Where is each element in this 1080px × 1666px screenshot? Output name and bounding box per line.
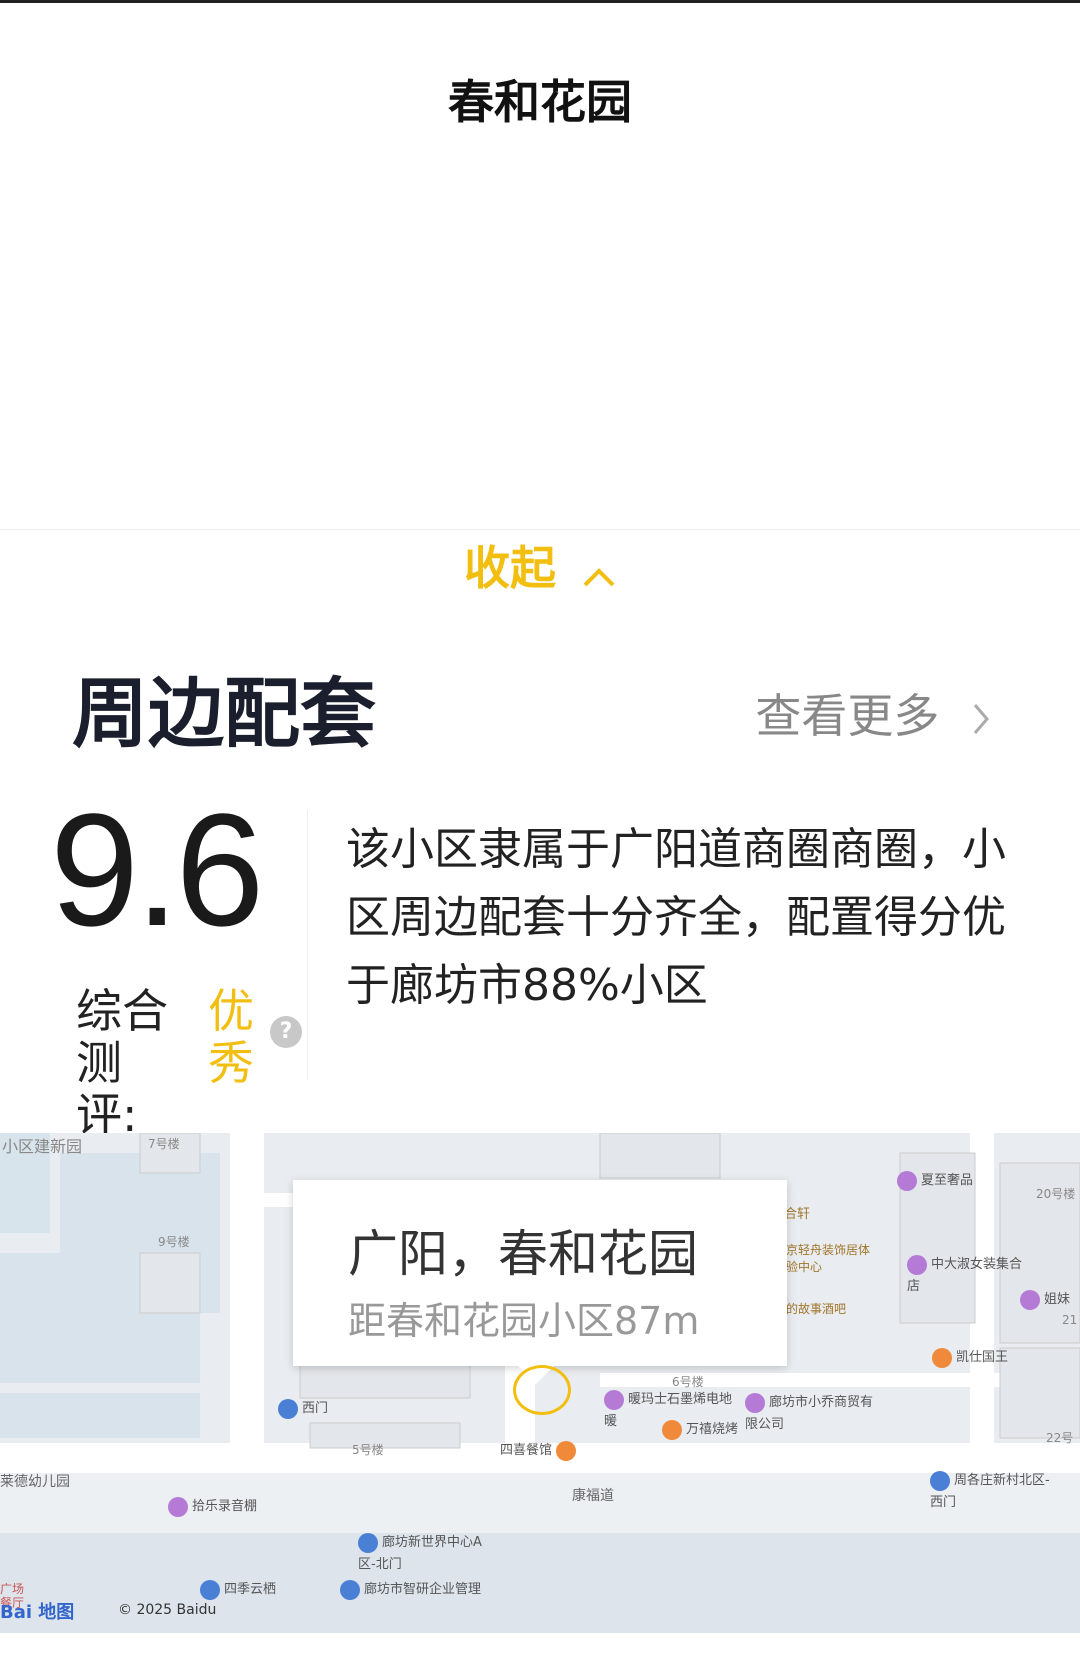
- store-icon: [907, 1254, 927, 1275]
- location-icon: [358, 1532, 378, 1553]
- location-icon: [278, 1398, 298, 1419]
- poi-marker[interactable]: 廊坊市小乔商贸有限公司: [745, 1391, 885, 1432]
- view-more-link[interactable]: 查看更多: [755, 680, 990, 747]
- poi-marker[interactable]: 四季云栖: [200, 1578, 276, 1600]
- poi-marker[interactable]: 四喜餐馆: [500, 1439, 580, 1461]
- location-icon: [930, 1470, 950, 1491]
- road-label: 康福道: [572, 1488, 614, 1504]
- store-icon: [897, 1170, 917, 1191]
- store-icon: [1020, 1289, 1040, 1310]
- store-icon: [745, 1392, 765, 1413]
- store-icon: [168, 1496, 188, 1517]
- map-label: 的故事酒吧: [786, 1302, 847, 1316]
- map-label: 小区建新园: [2, 1137, 83, 1156]
- map-label: 5号楼: [352, 1443, 384, 1457]
- poi-marker[interactable]: 凯仕国王: [932, 1346, 1008, 1368]
- food-icon: [556, 1440, 577, 1461]
- header: 春和花园: [0, 0, 1080, 200]
- section-title: 周边配套: [72, 669, 376, 758]
- vertical-divider: [307, 810, 308, 1080]
- map-label: 莱德幼儿园: [0, 1474, 70, 1490]
- poi-marker[interactable]: 夏至奢品: [897, 1169, 973, 1191]
- map-info-popup[interactable]: 广阳，春和花园 距春和花园小区87m: [293, 1180, 787, 1366]
- food-icon: [662, 1419, 682, 1440]
- map-label: 京轻舟装饰居体验中心: [786, 1243, 871, 1274]
- chevron-up-icon: [582, 545, 616, 599]
- bottom-strip: [0, 1633, 1080, 1666]
- map-label: 22号: [1046, 1431, 1074, 1445]
- section-divider: [0, 529, 1080, 530]
- food-icon: [932, 1347, 952, 1368]
- baidu-map-logo: Bai 地图: [0, 1602, 75, 1623]
- chevron-right-icon: [972, 693, 990, 747]
- building-icon: [340, 1579, 360, 1600]
- poi-marker[interactable]: 拾乐录音棚: [168, 1495, 257, 1517]
- map-copyright: © 2025 Baidu: [118, 1602, 217, 1618]
- map-label: 7号楼: [148, 1137, 180, 1151]
- poi-marker[interactable]: 西门: [278, 1397, 328, 1419]
- help-icon[interactable]: ?: [270, 1016, 302, 1048]
- map-label: 9号楼: [158, 1235, 190, 1249]
- popup-distance: 距春和花园小区87m: [348, 1299, 700, 1343]
- poi-marker[interactable]: 周各庄新村北区-西门: [930, 1469, 1050, 1510]
- map-label: 合轩: [784, 1207, 811, 1222]
- poi-marker[interactable]: 中大淑女装集合店: [907, 1253, 1027, 1294]
- map-label: 20号楼: [1036, 1187, 1076, 1201]
- poi-marker[interactable]: 姐妹: [1020, 1288, 1070, 1310]
- content-blank-area: [0, 200, 1080, 530]
- location-marker-icon[interactable]: [513, 1365, 571, 1415]
- location-icon: [200, 1579, 220, 1600]
- collapse-label: 收起: [463, 541, 556, 595]
- poi-marker[interactable]: 廊坊新世界中心A区-北门: [358, 1531, 498, 1572]
- surroundings-description: 该小区隶属于广阳道商圈商圈，小区周边配套十分齐全，配置得分优于廊坊市88%小区: [346, 824, 1006, 1011]
- poi-marker[interactable]: 万禧烧烤: [662, 1418, 738, 1440]
- view-more-label: 查看更多: [755, 689, 940, 743]
- poi-marker[interactable]: 廊坊市智研企业管理: [340, 1578, 481, 1600]
- page-title: 春和花园: [448, 75, 632, 129]
- score-grade: 优 秀: [208, 984, 254, 1090]
- store-icon: [604, 1389, 624, 1410]
- collapse-button[interactable]: 收起: [0, 532, 1080, 599]
- score-value: 9.6: [50, 780, 264, 959]
- score-label: 综合 测评:: [76, 984, 168, 1142]
- popup-title: 广阳，春和花园: [348, 1225, 698, 1283]
- map-label: 21: [1062, 1313, 1078, 1327]
